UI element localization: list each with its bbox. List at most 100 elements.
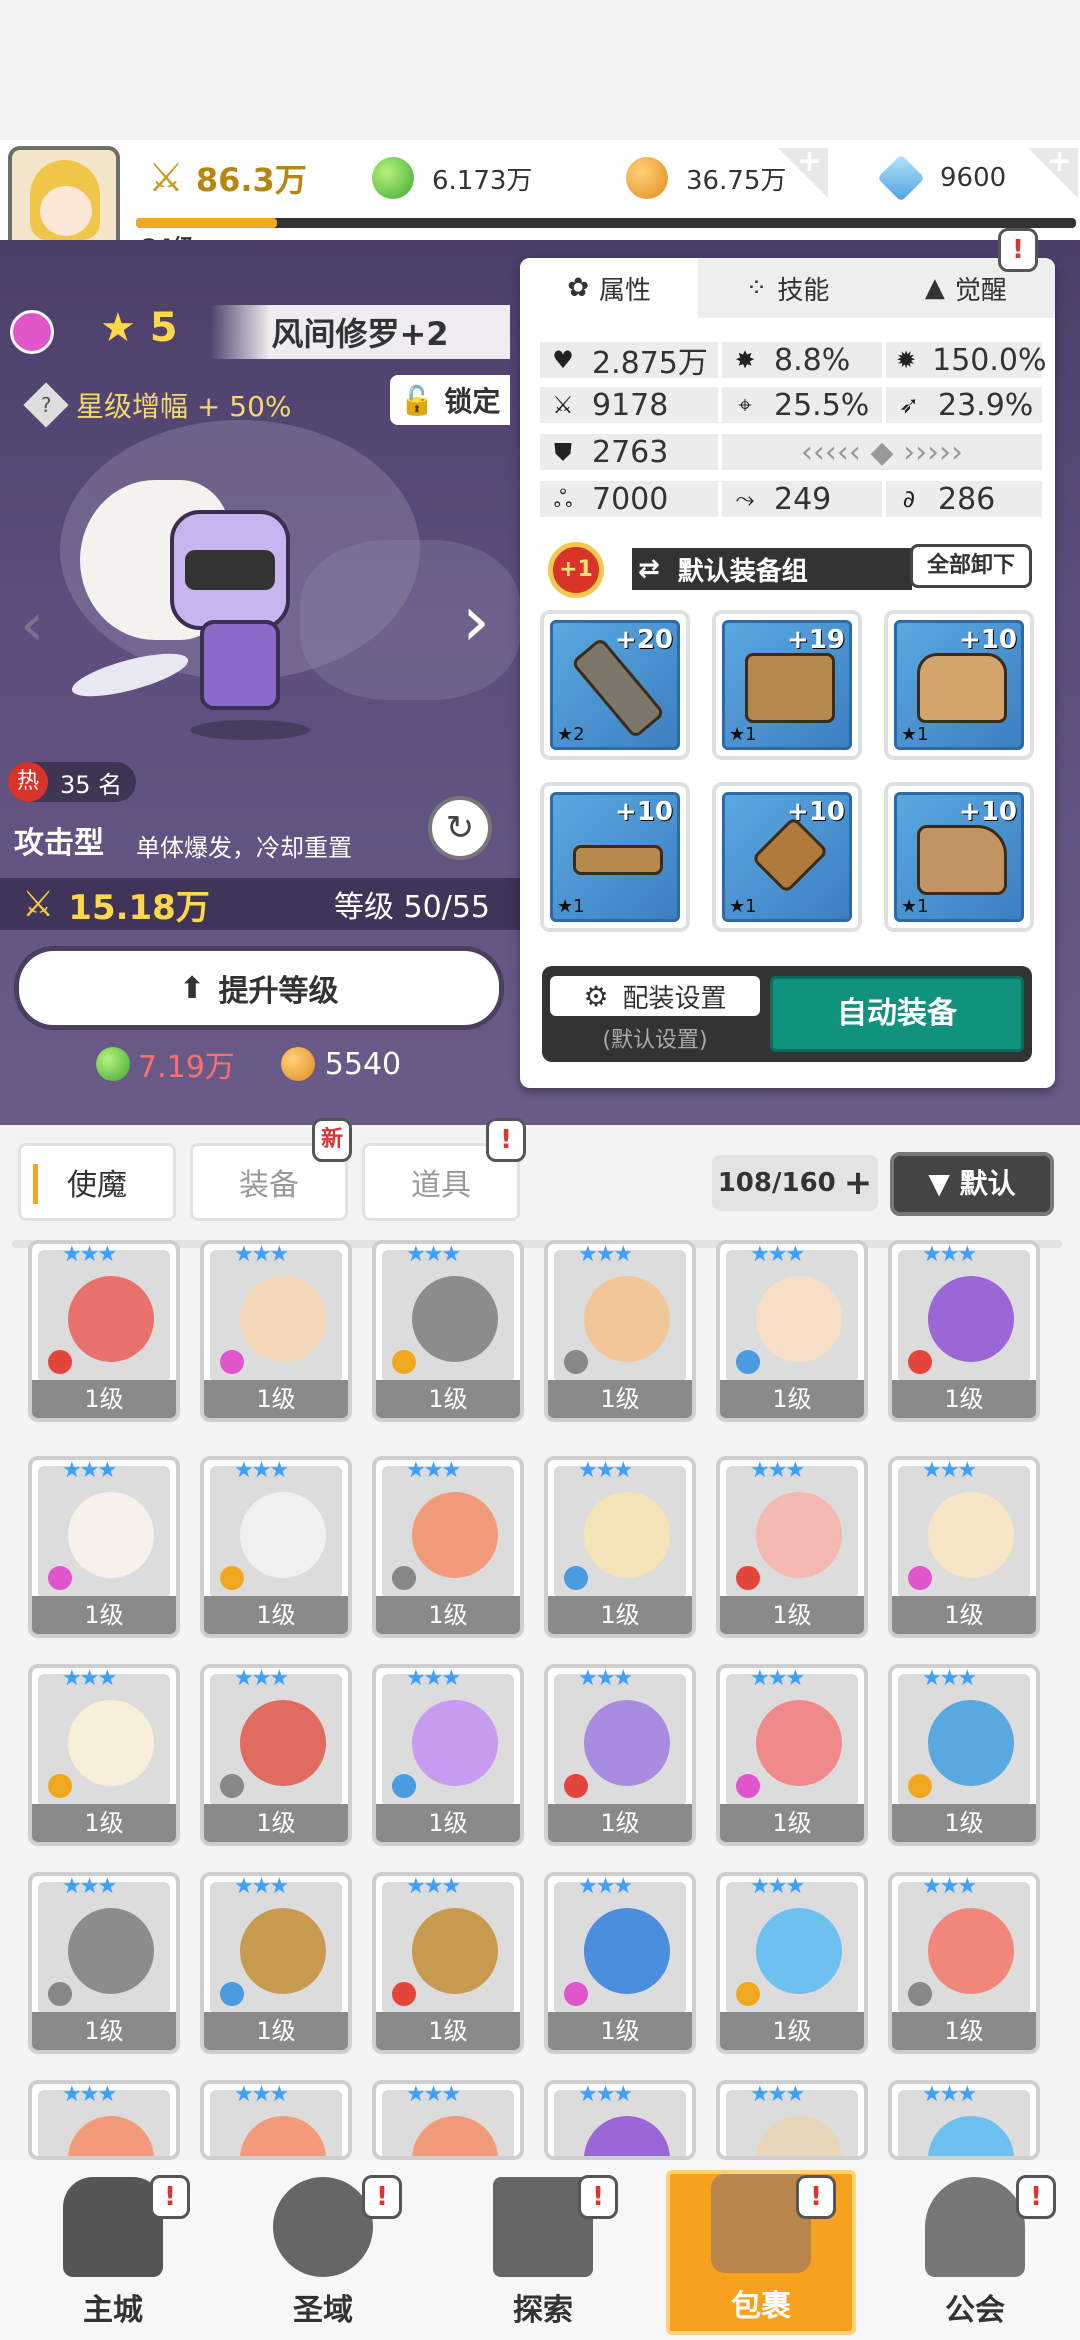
nav-sanctuary-alert: ! <box>362 2175 402 2219</box>
element-icon <box>48 1774 72 1798</box>
familiar-card[interactable]: ★★★ 1级 <box>28 1872 180 2054</box>
familiar-face <box>756 1276 842 1362</box>
familiar-portrait <box>210 1882 342 2014</box>
hero-desc: 单体爆发，冷却重置 <box>136 834 352 862</box>
nav-explore-alert: ! <box>578 2175 618 2219</box>
familiar-stars: ★★★ <box>62 1242 117 1267</box>
gem-currency[interactable]: 9600 <box>877 150 1006 206</box>
equip-set-bar[interactable]: ⇄ 默认装备组 <box>632 548 912 590</box>
familiar-face <box>412 1276 498 1362</box>
gold-coin-icon <box>280 1047 315 1081</box>
familiar-card[interactable]: ★★★ <box>544 2080 696 2160</box>
loadout-settings-button[interactable]: ⚙ 配装设置 <box>550 976 760 1016</box>
familiar-card[interactable]: ★★★ 1级 <box>888 1240 1040 1422</box>
familiar-card[interactable]: ★★★ 1级 <box>888 1664 1040 1846</box>
panel-tabs: ✿ 属性 ⁘ 技能 ▲ 觉醒 <box>520 258 1055 318</box>
stat-hp: ♥ 2.875万 <box>540 342 718 381</box>
familiar-card[interactable]: ★★★ 1级 <box>372 1664 524 1846</box>
unlock-icon: 🔓 <box>399 383 435 417</box>
familiar-level: 1级 <box>376 1596 520 1634</box>
familiar-card[interactable]: ★★★ <box>372 2080 524 2160</box>
plus-icon: + <box>843 1163 873 1203</box>
hot-rank: 热 35 名 <box>8 762 137 802</box>
burst-icon: ✸ <box>734 346 756 374</box>
inventory-count[interactable]: 108/160 + <box>712 1155 878 1211</box>
stat-four: ஃ 7000 <box>540 481 718 517</box>
unequip-all-button[interactable]: 全部卸下 <box>910 544 1032 588</box>
previous-hero-arrow[interactable]: ‹ <box>20 590 44 660</box>
familiar-level: 1级 <box>376 1804 520 1842</box>
familiar-card[interactable]: ★★★ 1级 <box>200 1872 352 2054</box>
element-icon <box>908 1350 932 1374</box>
tab-attributes[interactable]: ✿ 属性 <box>520 258 699 318</box>
familiar-face <box>928 2116 1014 2156</box>
familiar-level: 1级 <box>32 1596 176 1634</box>
help-icon: ? <box>23 382 69 428</box>
lock-button[interactable]: 🔓 锁定 <box>390 375 510 425</box>
equip-slot-weapon[interactable]: +20 ★2 <box>540 610 690 760</box>
tab-skills[interactable]: ⁘ 技能 <box>698 258 876 318</box>
familiar-card[interactable]: ★★★ 1级 <box>372 1872 524 2054</box>
familiar-card[interactable]: ★★★ 1级 <box>544 1872 696 2054</box>
familiar-card[interactable]: ★★★ 1级 <box>716 1240 868 1422</box>
familiar-portrait <box>726 1466 858 1598</box>
familiar-stars: ★★★ <box>922 1666 977 1691</box>
equip-slot-belt[interactable]: +10 ★1 <box>540 782 690 932</box>
hero-stars: ★ 5 <box>100 305 178 351</box>
auto-equip-button[interactable]: 自动装备 <box>770 976 1024 1052</box>
equip-slot-helmet[interactable]: +19 ★1 <box>712 610 862 760</box>
rotate-view-button[interactable]: ↻ <box>428 796 492 860</box>
familiar-stars: ★★★ <box>750 1874 805 1899</box>
familiar-stars: ★★★ <box>922 1458 977 1483</box>
familiar-card[interactable]: ★★★ <box>888 2080 1040 2160</box>
familiar-card[interactable]: ★★★ <box>28 2080 180 2160</box>
familiar-card[interactable]: ★★★ 1级 <box>28 1456 180 1638</box>
familiar-card[interactable]: ★★★ 1级 <box>716 1664 868 1846</box>
familiar-stars: ★★★ <box>578 2082 633 2107</box>
familiar-card[interactable]: ★★★ 1级 <box>544 1664 696 1846</box>
familiar-card[interactable]: ★★★ 1级 <box>200 1456 352 1638</box>
familiar-card[interactable]: ★★★ 1级 <box>28 1664 180 1846</box>
familiar-card[interactable]: ★★★ 1级 <box>28 1240 180 1422</box>
familiar-card[interactable]: ★★★ 1级 <box>200 1240 352 1422</box>
equip-slot-necklace[interactable]: +10 ★1 <box>712 782 862 932</box>
familiar-level: 1级 <box>32 1804 176 1842</box>
sort-dropdown[interactable]: ▼ 默认 <box>890 1152 1054 1216</box>
star-bonus[interactable]: ? 星级增幅 + 50% <box>23 382 292 428</box>
tab-familiars[interactable]: 使魔 <box>18 1143 176 1221</box>
upgrade-level-button[interactable]: ⬆ 提升等级 <box>14 946 504 1030</box>
familiar-portrait <box>210 1466 342 1598</box>
next-hero-arrow[interactable]: › <box>462 580 490 662</box>
familiar-level: 1级 <box>32 2012 176 2050</box>
familiar-face <box>240 1700 326 1786</box>
bird-icon: ➶ <box>898 391 920 419</box>
equip-slot-boots[interactable]: +10 ★1 <box>884 782 1034 932</box>
element-icon <box>736 1774 760 1798</box>
familiar-card[interactable]: ★★★ 1级 <box>372 1456 524 1638</box>
familiar-card[interactable]: ★★★ 1级 <box>372 1240 524 1422</box>
gear-burst-icon: ✹ <box>896 346 917 374</box>
gear-icon: ⚙ <box>583 979 609 1013</box>
familiar-card[interactable]: ★★★ 1级 <box>200 1664 352 1846</box>
green-orb-icon <box>96 1047 130 1081</box>
familiar-card[interactable]: ★★★ <box>200 2080 352 2160</box>
equip-slot-armor[interactable]: +10 ★1 <box>884 610 1034 760</box>
familiar-card[interactable]: ★★★ 1级 <box>716 1872 868 2054</box>
familiar-face <box>68 1908 154 1994</box>
shield-icon: ⛊ <box>554 438 572 466</box>
familiar-card[interactable]: ★★★ 1级 <box>716 1456 868 1638</box>
element-moon-icon <box>10 310 54 354</box>
familiar-card[interactable]: ★★★ 1级 <box>544 1456 696 1638</box>
armor-icon <box>917 653 1007 723</box>
familiar-card[interactable]: ★★★ 1级 <box>544 1240 696 1422</box>
familiar-card[interactable]: ★★★ 1级 <box>888 1456 1040 1638</box>
familiar-portrait <box>38 1882 170 2014</box>
familiar-stars: ★★★ <box>62 1666 117 1691</box>
familiar-stars: ★★★ <box>922 1242 977 1267</box>
skills-icon: ⁘ <box>745 273 768 303</box>
familiar-face <box>756 2116 842 2156</box>
gold-currency[interactable]: 36.75万 <box>626 150 786 206</box>
familiar-card[interactable]: ★★★ 1级 <box>888 1872 1040 2054</box>
familiar-card[interactable]: ★★★ <box>716 2080 868 2160</box>
familiar-face <box>412 1492 498 1578</box>
